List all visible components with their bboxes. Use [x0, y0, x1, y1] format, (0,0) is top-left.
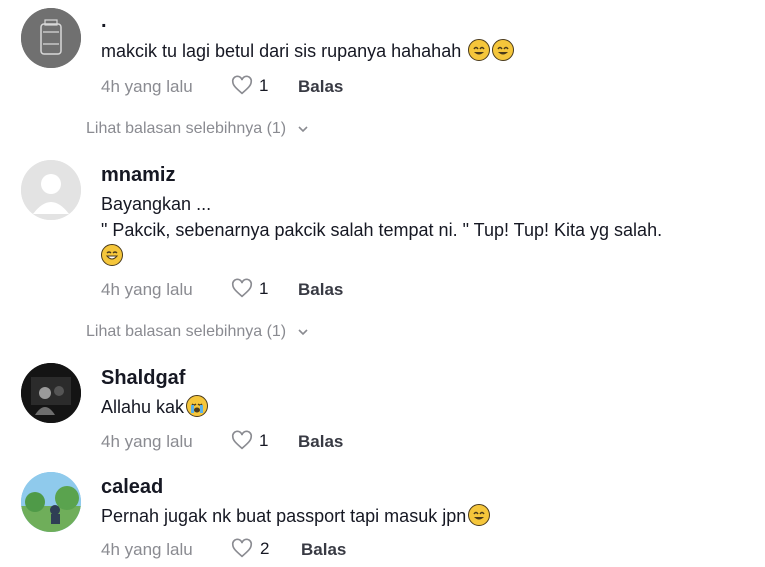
- comment-line: Pernah jugak nk buat passport tapi masuk…: [101, 506, 467, 526]
- reply-button[interactable]: Balas: [298, 280, 343, 300]
- view-more-replies[interactable]: Lihat balasan selebihnya (1): [86, 120, 309, 138]
- view-more-label: Lihat balasan selebihnya (1): [86, 120, 287, 137]
- timestamp: 4h yang lalu: [101, 280, 193, 299]
- chevron-down-icon: [298, 126, 308, 132]
- comment-text: Bayangkan ... " Pakcik, sebenarnya pakci…: [101, 191, 662, 269]
- timestamp: 4h yang lalu: [101, 77, 193, 96]
- like-count: 1: [259, 279, 269, 298]
- timestamp: 4h yang lalu: [101, 432, 193, 451]
- comment-text: Allahu kak: [101, 394, 209, 420]
- view-more-label: Lihat balasan selebihnya (1): [86, 323, 287, 340]
- avatar[interactable]: [21, 363, 81, 423]
- username[interactable]: mnamiz: [101, 164, 175, 187]
- view-more-replies[interactable]: Lihat balasan selebihnya (1): [86, 323, 309, 341]
- rolling-laughing-emoji: [468, 504, 491, 526]
- rolling-laughing-emoji: [468, 39, 491, 61]
- like-count: 1: [259, 431, 269, 450]
- comment-text: makcik tu lagi betul dari sis rupanya ha…: [101, 38, 515, 64]
- heart-icon[interactable]: [231, 278, 253, 300]
- reply-button[interactable]: Balas: [298, 77, 343, 97]
- rolling-laughing-emoji: [492, 39, 515, 61]
- avatar[interactable]: [21, 160, 81, 220]
- comment-line: Bayangkan ...: [101, 194, 212, 214]
- username[interactable]: Shaldgaf: [101, 367, 185, 390]
- avatar[interactable]: [21, 472, 81, 532]
- loudly-crying-emoji: [186, 395, 209, 417]
- heart-icon[interactable]: [231, 75, 253, 97]
- like-count: 2: [260, 539, 270, 558]
- comment-text: Pernah jugak nk buat passport tapi masuk…: [101, 503, 491, 529]
- grinning-sweat-emoji: [101, 244, 123, 266]
- username[interactable]: .: [101, 10, 107, 33]
- username[interactable]: calead: [101, 476, 163, 499]
- timestamp: 4h yang lalu: [101, 540, 193, 559]
- comment-line: makcik tu lagi betul dari sis rupanya ha…: [101, 41, 462, 61]
- heart-icon[interactable]: [231, 538, 253, 560]
- avatar[interactable]: [21, 8, 81, 68]
- chevron-down-icon: [298, 329, 308, 335]
- like-count: 1: [259, 76, 269, 95]
- comment-line: " Pakcik, sebenarnya pakcik salah tempat…: [101, 220, 663, 240]
- reply-button[interactable]: Balas: [298, 432, 343, 452]
- reply-button[interactable]: Balas: [301, 540, 346, 560]
- heart-icon[interactable]: [231, 430, 253, 452]
- comment-line: Allahu kak: [101, 397, 185, 417]
